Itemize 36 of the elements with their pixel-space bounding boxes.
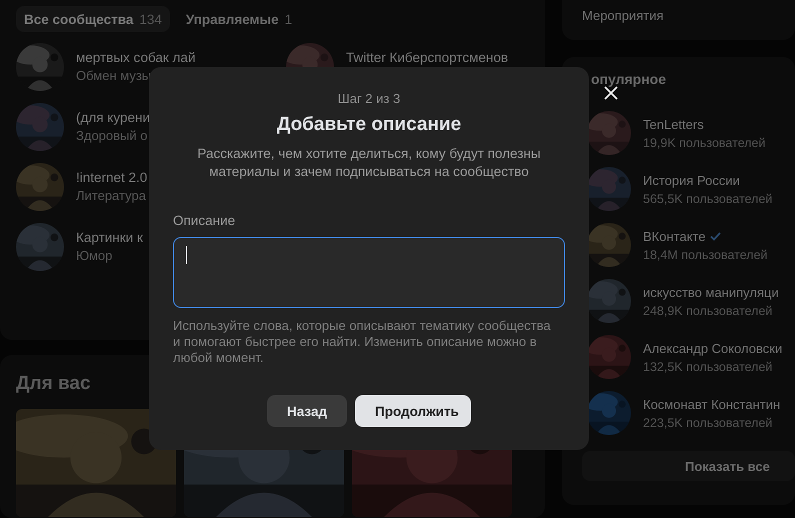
member-count: 248,9K пользователей bbox=[643, 304, 774, 318]
community-name[interactable]: Александр Соколовски bbox=[643, 340, 782, 356]
dialog-description: Расскажите, чем хотите делиться, кому будут полезны материалы и зачем подписываться на сообщество bbox=[196, 145, 542, 181]
events-link[interactable]: Мероприятия bbox=[562, 0, 795, 40]
community-name[interactable]: История России bbox=[643, 172, 740, 188]
member-count: 18,4M пользователей bbox=[643, 248, 768, 262]
back-button[interactable]: Назад bbox=[267, 395, 347, 427]
show-all-button[interactable]: Показать все bbox=[582, 451, 795, 481]
community-name[interactable]: (для курени bbox=[76, 110, 150, 125]
member-count: 19,9K пользователей bbox=[643, 136, 766, 150]
community-name[interactable]: Twitter Киберспортсменов bbox=[346, 50, 508, 65]
community-name[interactable]: ВКонтакте bbox=[643, 228, 706, 244]
tab[interactable]: Управляемые 1 bbox=[178, 6, 300, 32]
community-name[interactable]: Космонавт Константин bbox=[643, 396, 780, 412]
tab[interactable]: Все сообщества 134 bbox=[16, 6, 170, 32]
community-name[interactable]: искусство манипуляци bbox=[643, 284, 779, 300]
community-category: Обмен музы bbox=[76, 68, 152, 83]
section-title: опулярное bbox=[591, 71, 666, 87]
field-hint: Используйте слова, которые описывают тематику сообщества и помогают быстрее его найти. Изменить описание можно в любой момент. bbox=[173, 318, 552, 366]
section-title: Для вас bbox=[16, 373, 92, 395]
community-category: Здоровый о bbox=[76, 128, 148, 143]
description-field[interactable] bbox=[173, 237, 565, 308]
step-indicator: Шаг 2 из 3 bbox=[338, 91, 400, 107]
community-name[interactable]: !internet 2.0 bbox=[76, 170, 148, 185]
community-name[interactable]: Картинки к bbox=[76, 230, 143, 245]
close-icon[interactable] bbox=[604, 86, 618, 100]
member-count: 223,5K пользователей bbox=[643, 416, 774, 430]
community-name[interactable]: мертвых собак лай bbox=[76, 50, 196, 65]
dialog-title: Добавьте описание bbox=[276, 113, 462, 137]
field-label: Описание bbox=[173, 213, 236, 229]
member-count: 565,5K пользователей bbox=[643, 192, 772, 206]
community-category: Литература bbox=[76, 188, 147, 203]
member-count: 132,5K пользователей bbox=[643, 360, 774, 374]
continue-button[interactable]: Продолжить bbox=[355, 395, 471, 427]
community-category: Юмор bbox=[76, 248, 114, 263]
community-name[interactable]: TenLetters bbox=[643, 116, 704, 132]
